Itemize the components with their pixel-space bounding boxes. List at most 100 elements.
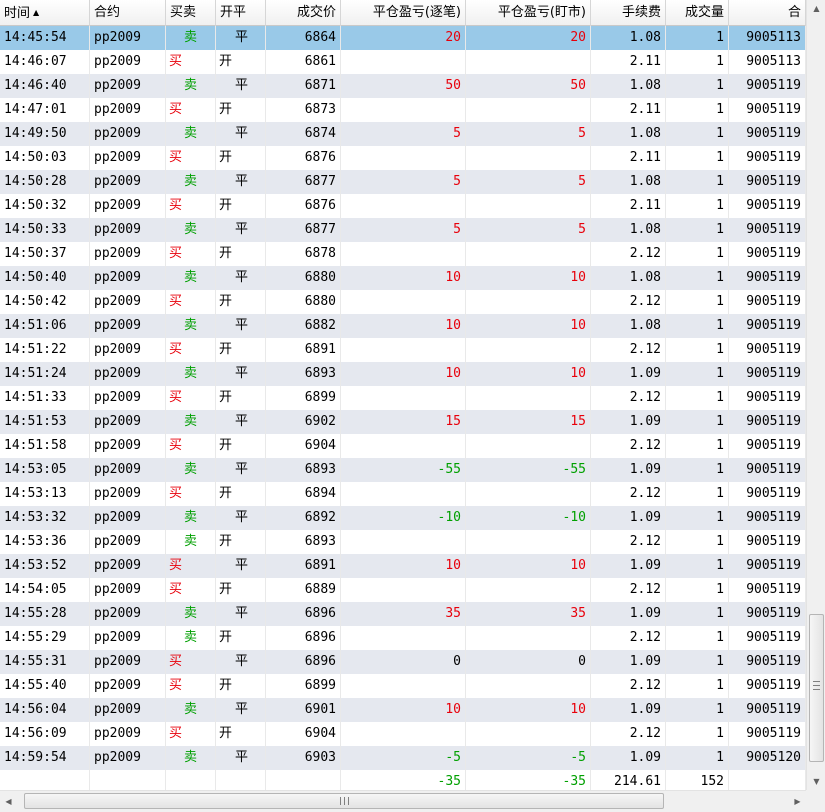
table-row[interactable]: 14:45:54 pp2009 卖平 6864 20 20 1.08 1 9005113: [0, 26, 806, 50]
table-row[interactable]: 14:53:36 pp2009 卖开 6893 2.12 1 9005119: [0, 530, 806, 554]
arrow-down-icon[interactable]: ▼: [807, 773, 825, 790]
column-header-contract[interactable]: 合约: [90, 0, 166, 26]
column-header-qty[interactable]: 成交量: [666, 0, 729, 26]
cell-price: 6861: [266, 50, 341, 74]
arrow-up-icon[interactable]: ▲: [807, 0, 825, 17]
table-row[interactable]: 14:54:05 pp2009 买开 6889 2.12 1 9005119: [0, 578, 806, 602]
cell-pnl-mtm: [466, 194, 591, 218]
table-row[interactable]: 14:51:24 pp2009 卖平 6893 10 10 1.09 1 9005119: [0, 362, 806, 386]
cell-pnl-mtm: [466, 482, 591, 506]
cell-pnl-mtm: 10: [466, 314, 591, 338]
table-row[interactable]: 14:55:28 pp2009 卖平 6896 35 35 1.09 1 9005119: [0, 602, 806, 626]
cell-pnl-trade: [341, 194, 466, 218]
cell-contract-id: 9005119: [729, 386, 806, 410]
table-row[interactable]: 14:50:03 pp2009 买开 6876 2.11 1 9005119: [0, 146, 806, 170]
table-row[interactable]: 14:50:40 pp2009 卖平 6880 10 10 1.08 1 9005119: [0, 266, 806, 290]
table-row[interactable]: 14:53:13 pp2009 买开 6894 2.12 1 9005119: [0, 482, 806, 506]
cell-fee: 1.08: [591, 122, 666, 146]
table-row[interactable]: 14:46:40 pp2009 卖平 6871 50 50 1.08 1 9005119: [0, 74, 806, 98]
cell-contract-id: 9005119: [729, 98, 806, 122]
cell-contract-id: 9005119: [729, 410, 806, 434]
table-row[interactable]: 14:56:09 pp2009 买开 6904 2.12 1 9005119: [0, 722, 806, 746]
column-header-fee[interactable]: 手续费: [591, 0, 666, 26]
cell-pnl-mtm: [466, 386, 591, 410]
cell-fee: 2.11: [591, 98, 666, 122]
cell-open-close: 平: [216, 410, 266, 434]
table-row[interactable]: 14:50:37 pp2009 买开 6878 2.12 1 9005119: [0, 242, 806, 266]
cell-contract-id: 9005119: [729, 74, 806, 98]
table-row[interactable]: 14:46:07 pp2009 买开 6861 2.11 1 9005113: [0, 50, 806, 74]
total-pnl-mtm: -35: [466, 770, 591, 790]
table-row[interactable]: 14:55:29 pp2009 卖开 6896 2.12 1 9005119: [0, 626, 806, 650]
cell-pnl-mtm: 35: [466, 602, 591, 626]
cell-contract-id: 9005119: [729, 314, 806, 338]
table-row[interactable]: 14:51:53 pp2009 卖平 6902 15 15 1.09 1 9005119: [0, 410, 806, 434]
cell-pnl-mtm: 10: [466, 698, 591, 722]
cell-pnl-trade: 5: [341, 218, 466, 242]
cell-time: 14:45:54: [0, 26, 90, 50]
column-header-contract-id[interactable]: 合: [729, 0, 806, 26]
cell-side: 买: [166, 482, 216, 506]
cell-fee: 2.12: [591, 530, 666, 554]
cell-side: 买: [166, 434, 216, 458]
table-row[interactable]: 14:50:32 pp2009 买开 6876 2.11 1 9005119: [0, 194, 806, 218]
column-header-price[interactable]: 成交价: [266, 0, 341, 26]
column-header-pnl-mtm[interactable]: 平仓盈亏(盯市): [466, 0, 591, 26]
horizontal-scrollbar[interactable]: ◀ ▶: [0, 790, 806, 812]
cell-price: 6878: [266, 242, 341, 266]
cell-qty: 1: [666, 122, 729, 146]
cell-qty: 1: [666, 698, 729, 722]
cell-price: 6896: [266, 650, 341, 674]
vertical-scrollbar[interactable]: ▲ ▼: [806, 0, 825, 790]
horizontal-scroll-thumb[interactable]: [24, 793, 664, 809]
cell-contract: pp2009: [90, 746, 166, 770]
arrow-left-icon[interactable]: ◀: [0, 791, 17, 812]
vertical-scroll-thumb[interactable]: [809, 614, 824, 762]
column-header-pnl-trade[interactable]: 平仓盈亏(逐笔): [341, 0, 466, 26]
cell-contract: pp2009: [90, 530, 166, 554]
cell-pnl-trade: [341, 290, 466, 314]
table-row[interactable]: 14:50:42 pp2009 买开 6880 2.12 1 9005119: [0, 290, 806, 314]
cell-pnl-trade: [341, 530, 466, 554]
cell-pnl-trade: [341, 482, 466, 506]
column-header-open-close[interactable]: 开平: [216, 0, 266, 26]
cell-pnl-trade: 20: [341, 26, 466, 50]
column-header-side[interactable]: 买卖: [166, 0, 216, 26]
cell-open-close: 开: [216, 50, 266, 74]
table-row[interactable]: 14:50:28 pp2009 卖平 6877 5 5 1.08 1 9005119: [0, 170, 806, 194]
table-row[interactable]: 14:55:40 pp2009 买开 6899 2.12 1 9005119: [0, 674, 806, 698]
table-row[interactable]: 14:53:32 pp2009 卖平 6892 -10 -10 1.09 1 9005119: [0, 506, 806, 530]
cell-price: 6871: [266, 74, 341, 98]
table-row[interactable]: 14:51:06 pp2009 卖平 6882 10 10 1.08 1 9005119: [0, 314, 806, 338]
cell-qty: 1: [666, 266, 729, 290]
cell-time: 14:51:33: [0, 386, 90, 410]
cell-fee: 2.12: [591, 578, 666, 602]
cell-time: 14:56:04: [0, 698, 90, 722]
totals-empty-cell: [266, 770, 341, 790]
cell-fee: 1.08: [591, 170, 666, 194]
cell-fee: 1.09: [591, 698, 666, 722]
table-row[interactable]: 14:47:01 pp2009 买开 6873 2.11 1 9005119: [0, 98, 806, 122]
table-row[interactable]: 14:51:22 pp2009 买开 6891 2.12 1 9005119: [0, 338, 806, 362]
table-row[interactable]: 14:53:05 pp2009 卖平 6893 -55 -55 1.09 1 9005119: [0, 458, 806, 482]
table-row[interactable]: 14:55:31 pp2009 买平 6896 0 0 1.09 1 9005119: [0, 650, 806, 674]
trade-records-grid: 时间 ▲ 合约 买卖 开平 成交价 平仓盈亏(逐笔) 平仓盈亏(盯市) 手续费 成…: [0, 0, 806, 790]
column-header-time[interactable]: 时间 ▲: [0, 0, 90, 26]
table-row[interactable]: 14:50:33 pp2009 卖平 6877 5 5 1.08 1 9005119: [0, 218, 806, 242]
cell-open-close: 开: [216, 290, 266, 314]
cell-pnl-mtm: 15: [466, 410, 591, 434]
table-row[interactable]: 14:51:33 pp2009 买开 6899 2.12 1 9005119: [0, 386, 806, 410]
cell-side: 买: [166, 98, 216, 122]
arrow-right-icon[interactable]: ▶: [789, 791, 806, 812]
table-row[interactable]: 14:49:50 pp2009 卖平 6874 5 5 1.08 1 9005119: [0, 122, 806, 146]
cell-open-close: 开: [216, 434, 266, 458]
table-row[interactable]: 14:56:04 pp2009 卖平 6901 10 10 1.09 1 9005119: [0, 698, 806, 722]
cell-contract: pp2009: [90, 434, 166, 458]
table-row[interactable]: 14:53:52 pp2009 买平 6891 10 10 1.09 1 9005119: [0, 554, 806, 578]
table-row[interactable]: 14:59:54 pp2009 卖平 6903 -5 -5 1.09 1 9005120: [0, 746, 806, 770]
table-row[interactable]: 14:51:58 pp2009 买开 6904 2.12 1 9005119: [0, 434, 806, 458]
cell-price: 6874: [266, 122, 341, 146]
cell-contract-id: 9005119: [729, 338, 806, 362]
cell-pnl-mtm: 0: [466, 650, 591, 674]
cell-side: 卖: [166, 458, 216, 482]
